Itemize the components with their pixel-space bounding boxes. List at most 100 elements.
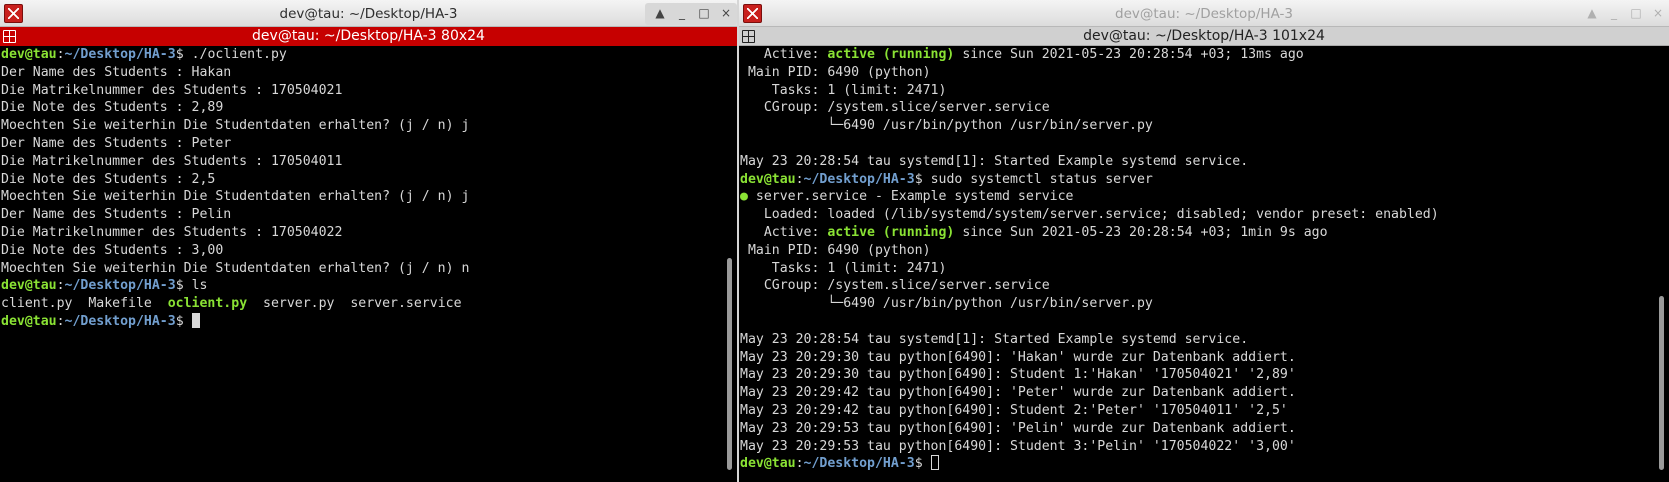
terminal-line: May 23 20:29:53 tau python[6490]: Studen…: [740, 438, 1655, 456]
window-title: dev@tau: ~/Desktop/HA-3: [279, 6, 458, 22]
scrollbar-thumb[interactable]: [1659, 296, 1664, 470]
command-text: $ ls: [175, 278, 208, 294]
line-text: May 23 20:29:53 tau python[6490]: 'Pelin…: [740, 420, 1296, 436]
line-text: May 23 20:28:54 tau systemd[1]: Started …: [740, 331, 1249, 347]
terminal-line: dev@tau:~/Desktop/HA-3$ ./oclient.py: [1, 47, 287, 62]
text-cursor: [930, 455, 939, 471]
prompt-path: ~/Desktop/HA-3: [64, 47, 176, 62]
terminal-line: Moechten Sie weiterhin Die Studentdaten …: [1, 188, 723, 206]
line-text: May 23 20:29:42 tau python[6490]: Studen…: [740, 402, 1288, 418]
minimize-button[interactable]: _: [1603, 3, 1625, 25]
command-text: $ sudo systemctl status server: [914, 171, 1153, 187]
terminal-line: May 23 20:28:54 tau systemd[1]: Started …: [740, 153, 1655, 171]
scrollbar-thumb[interactable]: [727, 258, 732, 470]
tab-bar[interactable]: dev@tau: ~/Desktop/HA-3 80x24: [0, 27, 737, 46]
terminal-line: Main PID: 6490 (python): [740, 64, 1655, 82]
line-text: Der Name des Students : Pelin: [1, 207, 232, 223]
prompt-user: dev@tau: [740, 171, 796, 187]
highlight-text: active (running): [827, 47, 955, 62]
line-text: Die Note des Students : 3,00: [1, 242, 224, 258]
terminal-line: Die Note des Students : 2,5: [1, 171, 723, 189]
line-text: May 23 20:28:54 tau systemd[1]: Started …: [740, 153, 1249, 169]
line-text: CGroup: /system.slice/server.service: [740, 100, 1050, 116]
terminal-window-left[interactable]: dev@tau: ~/Desktop/HA-3 ▲ _ □ × dev@tau:…: [0, 0, 737, 482]
prompt-user: dev@tau: [1, 313, 57, 329]
line-text: Main PID: 6490 (python): [740, 242, 931, 258]
prompt-path: ~/Desktop/HA-3: [803, 171, 915, 187]
close-button[interactable]: ×: [715, 3, 737, 25]
prompt-path: ~/Desktop/HA-3: [64, 278, 176, 294]
terminal-line: ● server.service - Example systemd servi…: [740, 188, 1655, 206]
prompt-user: dev@tau: [740, 456, 796, 472]
terminal-line: Active: active (running) since Sun 2021-…: [740, 224, 1655, 242]
line-text: CGroup: /system.slice/server.service: [740, 278, 1050, 294]
command-text: $: [175, 313, 192, 329]
line-text: Der Name des Students : Peter: [1, 135, 232, 151]
terminal-line: May 23 20:29:42 tau python[6490]: Studen…: [740, 402, 1655, 420]
terminal-line: └─6490 /usr/bin/python /usr/bin/server.p…: [740, 117, 1655, 135]
prompt-path: ~/Desktop/HA-3: [803, 456, 915, 472]
command-text: $: [914, 456, 931, 472]
terminal-window-right[interactable]: dev@tau: ~/Desktop/HA-3 ▲ _ □ × dev@tau:…: [739, 0, 1669, 482]
terminal-line: └─6490 /usr/bin/python /usr/bin/server.p…: [740, 295, 1655, 313]
prompt-user: dev@tau: [1, 278, 57, 294]
terminal-line: Loaded: loaded (/lib/systemd/system/serv…: [740, 206, 1655, 224]
terminal-line: May 23 20:29:53 tau python[6490]: 'Pelin…: [740, 420, 1655, 438]
line-text: May 23 20:29:30 tau python[6490]: Studen…: [740, 367, 1296, 383]
terminal-line: Der Name des Students : Peter: [1, 135, 723, 153]
minimize-button[interactable]: _: [671, 3, 693, 25]
line-text: since Sun 2021-05-23 20:28:54 +03; 1min …: [954, 224, 1328, 240]
line-text: Die Matrikelnummer des Students : 170504…: [1, 224, 343, 240]
line-text: server.py server.service: [247, 296, 462, 312]
terminal-line: Main PID: 6490 (python): [740, 242, 1655, 260]
terminal-line: Tasks: 1 (limit: 2471): [740, 82, 1655, 100]
terminal-line: CGroup: /system.slice/server.service: [740, 99, 1655, 117]
highlight-text: active (running): [827, 224, 955, 240]
terminal-output[interactable]: Active: active (running) since Sun 2021-…: [739, 46, 1655, 482]
line-text: Loaded: loaded (/lib/systemd/system/serv…: [740, 207, 1439, 223]
scrollbar[interactable]: [1655, 46, 1669, 482]
tab-title[interactable]: dev@tau: ~/Desktop/HA-3 101x24: [739, 28, 1669, 44]
line-text: Active:: [740, 47, 828, 62]
line-text: May 23 20:29:30 tau python[6490]: 'Hakan…: [740, 349, 1296, 365]
window-controls: ▲ _ □ ×: [1581, 3, 1669, 25]
titlebar[interactable]: dev@tau: ~/Desktop/HA-3 ▲ _ □ ×: [0, 0, 737, 27]
line-text: Moechten Sie weiterhin Die Studentdaten …: [1, 118, 470, 134]
terminal-line: Moechten Sie weiterhin Die Studentdaten …: [1, 117, 723, 135]
line-text: Tasks: 1 (limit: 2471): [740, 82, 947, 98]
text-cursor: [191, 312, 200, 328]
terminal-line: Die Matrikelnummer des Students : 170504…: [1, 82, 723, 100]
terminal-line: Der Name des Students : Hakan: [1, 64, 723, 82]
line-text: Die Note des Students : 2,5: [1, 171, 216, 187]
line-text: Die Note des Students : 2,89: [1, 100, 224, 116]
line-text: Main PID: 6490 (python): [740, 64, 931, 80]
scrollbar[interactable]: [723, 46, 737, 482]
terminal-line: Moechten Sie weiterhin Die Studentdaten …: [1, 260, 723, 278]
maximize-button[interactable]: □: [693, 3, 715, 25]
scroll-up-icon[interactable]: ▲: [1581, 3, 1603, 25]
terminal-line: May 23 20:29:30 tau python[6490]: Studen…: [740, 366, 1655, 384]
terminal-line: CGroup: /system.slice/server.service: [740, 277, 1655, 295]
terminal-line: May 23 20:28:54 tau systemd[1]: Started …: [740, 331, 1655, 349]
line-text: Der Name des Students : Hakan: [1, 64, 232, 80]
terminal-line: Der Name des Students : Pelin: [1, 206, 723, 224]
terminal-line: dev@tau:~/Desktop/HA-3$ sudo systemctl s…: [740, 171, 1153, 187]
line-text: Die Matrikelnummer des Students : 170504…: [1, 82, 343, 98]
terminal-line: May 23 20:29:30 tau python[6490]: 'Hakan…: [740, 349, 1655, 367]
terminal-line: client.py Makefile oclient.py server.py …: [1, 295, 723, 313]
line-text: since Sun 2021-05-23 20:28:54 +03; 13ms …: [954, 47, 1304, 62]
maximize-button[interactable]: □: [1625, 3, 1647, 25]
terminal-line: Die Note des Students : 3,00: [1, 242, 723, 260]
line-text: Moechten Sie weiterhin Die Studentdaten …: [1, 189, 470, 205]
scroll-up-icon[interactable]: ▲: [649, 3, 671, 25]
line-text: Die Matrikelnummer des Students : 170504…: [1, 153, 343, 169]
line-text: server.service - Example systemd service: [747, 189, 1074, 205]
terminal-output[interactable]: dev@tau:~/Desktop/HA-3$ ./oclient.py Der …: [0, 46, 723, 482]
line-text: └─6490 /usr/bin/python /usr/bin/server.p…: [740, 118, 1153, 134]
highlight-text: ●: [740, 189, 748, 205]
tab-bar[interactable]: dev@tau: ~/Desktop/HA-3 101x24: [739, 27, 1669, 46]
titlebar[interactable]: dev@tau: ~/Desktop/HA-3 ▲ _ □ ×: [739, 0, 1669, 27]
close-button[interactable]: ×: [1647, 3, 1669, 25]
line-text: Moechten Sie weiterhin Die Studentdaten …: [1, 260, 470, 276]
tab-title[interactable]: dev@tau: ~/Desktop/HA-3 80x24: [0, 28, 737, 44]
